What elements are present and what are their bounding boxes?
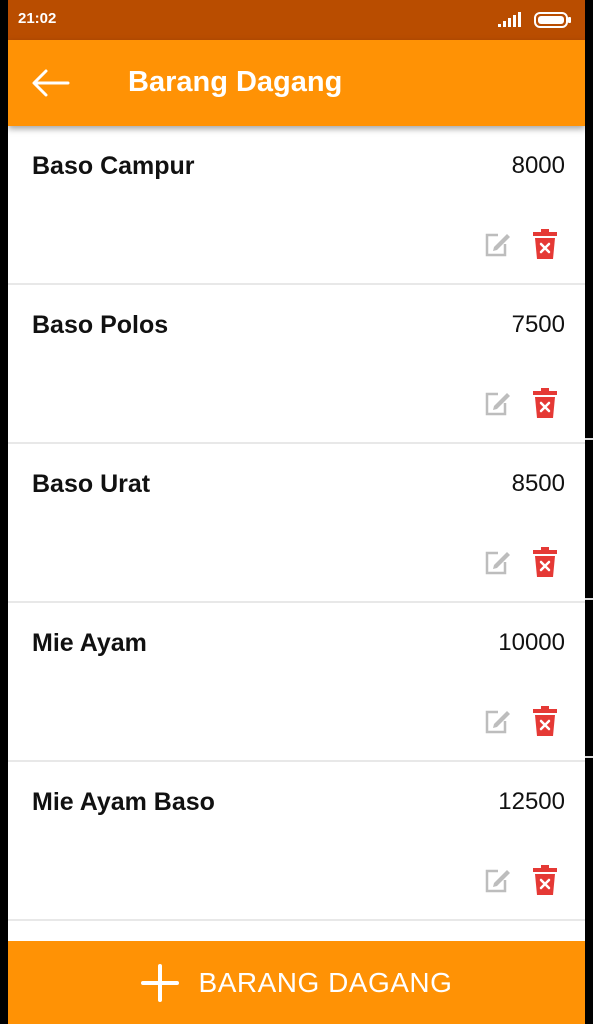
arrow-left-icon bbox=[32, 69, 70, 97]
edit-button[interactable] bbox=[483, 706, 511, 736]
delete-button[interactable] bbox=[531, 706, 559, 736]
item-name: Mie Ayam bbox=[32, 629, 147, 657]
edit-button[interactable] bbox=[483, 229, 511, 259]
trash-icon bbox=[533, 547, 557, 577]
signal-icon bbox=[498, 12, 521, 27]
item-price: 10000 bbox=[498, 629, 565, 656]
add-item-button[interactable]: BARANG DAGANG bbox=[8, 941, 585, 1024]
page-title: Barang Dagang bbox=[128, 66, 343, 98]
edit-icon bbox=[485, 869, 510, 893]
edit-button[interactable] bbox=[483, 865, 511, 895]
trash-icon bbox=[533, 865, 557, 895]
item-actions bbox=[483, 229, 559, 259]
list-item[interactable]: Baso Polos 7500 bbox=[8, 285, 585, 444]
item-actions bbox=[483, 706, 559, 736]
item-list: Baso Campur 8000 Baso Polos 7500 Baso Ur… bbox=[8, 126, 585, 941]
item-actions bbox=[483, 388, 559, 418]
trash-icon bbox=[533, 388, 557, 418]
scroll-tick bbox=[585, 438, 593, 440]
delete-button[interactable] bbox=[531, 547, 559, 577]
item-name: Baso Urat bbox=[32, 470, 151, 498]
edit-button[interactable] bbox=[483, 547, 511, 577]
delete-button[interactable] bbox=[531, 865, 559, 895]
list-item[interactable]: Baso Campur 8000 bbox=[8, 126, 585, 285]
delete-button[interactable] bbox=[531, 388, 559, 418]
status-time: 21:02 bbox=[18, 10, 57, 27]
add-item-label: BARANG DAGANG bbox=[198, 966, 453, 998]
item-price: 12500 bbox=[498, 788, 565, 815]
list-item[interactable]: Mie Ayam 10000 bbox=[8, 603, 585, 762]
battery-icon bbox=[534, 12, 571, 28]
edit-icon bbox=[485, 551, 510, 575]
item-name: Baso Polos bbox=[32, 311, 169, 339]
app-screen: 21:02 Barang Dagang Baso Campur 8000 Bas… bbox=[8, 0, 585, 1024]
edit-icon bbox=[485, 710, 510, 734]
item-price: 7500 bbox=[511, 311, 565, 338]
delete-button[interactable] bbox=[531, 229, 559, 259]
item-name: Mie Ayam Baso bbox=[32, 788, 215, 816]
item-price: 8500 bbox=[511, 470, 565, 497]
scroll-tick bbox=[585, 756, 593, 758]
item-price: 8000 bbox=[511, 152, 565, 179]
item-actions bbox=[483, 547, 559, 577]
back-button[interactable] bbox=[26, 60, 74, 106]
plus-icon bbox=[140, 963, 179, 1002]
trash-icon bbox=[533, 706, 557, 736]
item-actions bbox=[483, 865, 559, 895]
list-item[interactable]: Baso Urat 8500 bbox=[8, 444, 585, 603]
scroll-tick bbox=[585, 598, 593, 600]
app-bar: Barang Dagang bbox=[8, 40, 585, 126]
edit-icon bbox=[485, 392, 510, 416]
edit-icon bbox=[485, 233, 510, 257]
edit-button[interactable] bbox=[483, 388, 511, 418]
list-item[interactable]: Mie Ayam Baso 12500 bbox=[8, 762, 585, 921]
status-bar: 21:02 bbox=[8, 0, 585, 40]
item-name: Baso Campur bbox=[32, 152, 195, 180]
trash-icon bbox=[533, 229, 557, 259]
